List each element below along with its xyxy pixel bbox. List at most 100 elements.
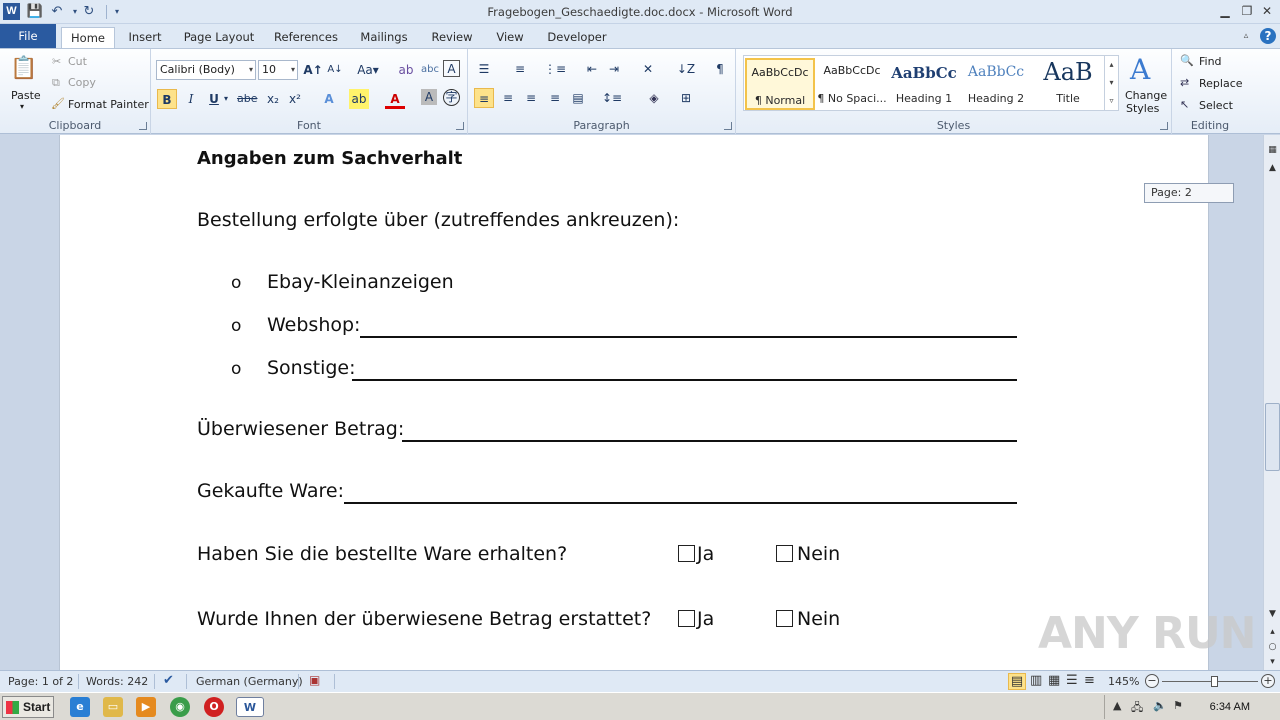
phonetic-guide-icon[interactable]: abc [420, 60, 440, 80]
asian-layout-icon[interactable]: ✕ [638, 59, 658, 79]
proofing-icon[interactable]: ✔ [163, 673, 174, 688]
increase-indent-icon[interactable]: ⇥ [604, 59, 624, 79]
scroll-thumb[interactable] [1265, 403, 1280, 471]
document-area[interactable]: Angaben zum Sachverhalt Bestellung erfol… [0, 135, 1263, 670]
align-center-icon[interactable]: ≡ [498, 88, 518, 108]
tab-references[interactable]: References [270, 27, 342, 48]
paste-button[interactable]: Paste [11, 89, 41, 102]
copy-button[interactable]: Copy [68, 76, 96, 89]
clock[interactable]: 6:34 AM [1210, 701, 1250, 713]
zoom-slider-thumb[interactable] [1211, 676, 1218, 687]
font-family-select[interactable]: Calibri (Body) ▾ [156, 60, 256, 80]
show-formatting-icon[interactable]: ¶ [710, 59, 730, 79]
zoom-out-icon[interactable]: − [1145, 674, 1159, 688]
tab-insert[interactable]: Insert [122, 27, 168, 48]
received-no-checkbox[interactable] [776, 545, 793, 562]
media-player-icon[interactable]: ▶ [136, 697, 156, 717]
close-icon[interactable]: ✕ [1256, 2, 1278, 20]
multilevel-list-icon[interactable]: ⋮≡ [544, 59, 566, 79]
macro-recording-icon[interactable]: ▣ [309, 673, 320, 687]
replace-button[interactable]: Replace [1199, 77, 1243, 90]
line-spacing-icon[interactable]: ↕≡ [602, 88, 622, 108]
distributed-icon[interactable]: ▤ [568, 88, 588, 108]
language-status[interactable]: German (Germany) [196, 675, 303, 688]
font-launcher-icon[interactable] [456, 122, 464, 130]
bold-icon[interactable]: B [157, 89, 177, 109]
browse-object-icon[interactable]: ○ [1265, 640, 1280, 654]
vertical-scrollbar[interactable]: ▦ ▲ ▼ ▴ ○ ▾ [1263, 135, 1280, 670]
minimize-ribbon-icon[interactable]: ▵ [1238, 28, 1254, 44]
tab-home[interactable]: Home [61, 27, 115, 48]
scroll-up-icon[interactable]: ▲ [1265, 161, 1280, 175]
zoom-level[interactable]: 145% [1108, 675, 1139, 688]
shading-icon[interactable]: ◈ [644, 88, 664, 108]
refunded-no-checkbox[interactable] [776, 610, 793, 627]
paragraph-launcher-icon[interactable] [724, 122, 732, 130]
received-yes-checkbox[interactable] [678, 545, 695, 562]
change-styles-button-line2[interactable]: Styles [1126, 102, 1159, 115]
ruler-toggle-icon[interactable]: ▦ [1265, 143, 1280, 157]
justify-icon[interactable]: ≡ [545, 88, 565, 108]
cut-button[interactable]: Cut [68, 55, 87, 68]
minimize-icon[interactable]: ▁ [1214, 2, 1236, 20]
text-effects-icon[interactable]: A [319, 89, 339, 109]
document-page[interactable]: Angaben zum Sachverhalt Bestellung erfol… [59, 135, 1209, 670]
tab-page-layout[interactable]: Page Layout [180, 27, 258, 48]
styles-gallery-scroll[interactable]: ▴ ▾ ▿ [1104, 56, 1118, 110]
change-styles-button[interactable]: Change [1125, 89, 1167, 102]
explorer-folder-icon[interactable]: ▭ [103, 697, 123, 717]
opera-icon[interactable]: O [204, 697, 224, 717]
tab-review[interactable]: Review [426, 27, 478, 48]
word-count[interactable]: Words: 242 [86, 675, 148, 688]
borders-icon[interactable]: ⊞ [676, 88, 696, 108]
grow-font-icon[interactable]: A↑ [303, 60, 323, 80]
strikethrough-icon[interactable]: abe [237, 89, 258, 109]
amount-line[interactable] [402, 440, 1017, 442]
style-no-spacing[interactable]: AaBbCcDc ¶ No Spaci... [817, 58, 887, 110]
tray-expand-icon[interactable]: ▲ [1113, 699, 1121, 712]
style-heading-1[interactable]: AaBbCc Heading 1 [889, 58, 959, 110]
numbering-icon[interactable]: ≡ [510, 59, 530, 79]
full-screen-reading-icon[interactable]: ▥ [1030, 673, 1042, 688]
draft-view-icon[interactable]: ≡ [1084, 673, 1095, 688]
style-heading-2[interactable]: AaBbCc Heading 2 [961, 58, 1031, 110]
paste-icon[interactable]: 📋 [10, 54, 38, 84]
enclose-characters-icon[interactable]: 字 [443, 89, 460, 106]
italic-icon[interactable]: I [181, 89, 201, 109]
shrink-font-icon[interactable]: A↓ [325, 60, 345, 80]
bullets-icon[interactable]: ☰ [474, 59, 494, 79]
print-layout-icon[interactable]: ▤ [1008, 673, 1026, 690]
align-left-icon[interactable]: ≡ [474, 88, 494, 108]
zoom-in-icon[interactable]: + [1261, 674, 1275, 688]
tab-file[interactable]: File [0, 24, 56, 48]
sonstige-line[interactable] [352, 379, 1017, 381]
clear-formatting-icon[interactable]: ab [396, 60, 416, 80]
tab-view[interactable]: View [490, 27, 530, 48]
change-case-icon[interactable]: Aa▾ [354, 60, 382, 80]
word-taskbar-button[interactable]: W [236, 697, 264, 717]
refunded-yes-checkbox[interactable] [678, 610, 695, 627]
help-icon[interactable]: ? [1260, 28, 1276, 44]
character-shading-icon[interactable]: A [421, 89, 437, 105]
paste-dropdown-icon[interactable]: ▾ [20, 102, 24, 111]
select-button[interactable]: Select [1199, 99, 1233, 112]
zoom-slider[interactable] [1162, 681, 1258, 682]
volume-icon[interactable]: 🔈 [1153, 699, 1167, 712]
network-icon[interactable]: 🖧 [1131, 699, 1143, 718]
character-border-icon[interactable]: A [443, 60, 460, 77]
styles-launcher-icon[interactable] [1160, 122, 1168, 130]
font-size-select[interactable]: 10 ▾ [258, 60, 298, 80]
highlight-icon[interactable]: ab [349, 89, 369, 109]
format-painter-button[interactable]: Format Painter [68, 98, 149, 111]
page-count[interactable]: Page: 1 of 2 [8, 675, 73, 688]
find-button[interactable]: Find [1199, 55, 1222, 68]
align-right-icon[interactable]: ≡ [521, 88, 541, 108]
tab-mailings[interactable]: Mailings [354, 27, 414, 48]
maximize-icon[interactable]: ❐ [1236, 2, 1258, 20]
style-normal[interactable]: AaBbCcDc ¶ Normal [745, 58, 815, 110]
font-color-icon[interactable]: A [385, 89, 405, 109]
decrease-indent-icon[interactable]: ⇤ [582, 59, 602, 79]
next-page-icon[interactable]: ▾ [1265, 655, 1280, 669]
internet-explorer-icon[interactable]: e [70, 697, 90, 717]
webshop-line[interactable] [360, 336, 1017, 338]
